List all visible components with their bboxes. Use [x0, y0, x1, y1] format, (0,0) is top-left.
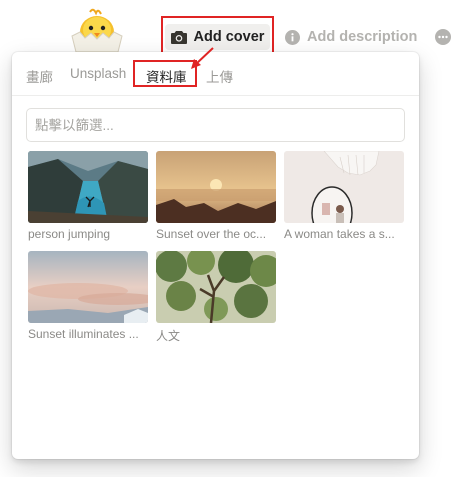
annotation-arrow — [191, 47, 214, 69]
cover-image-caption: 人文 — [156, 329, 181, 343]
cover-image-caption: A woman takes a s... — [284, 227, 395, 241]
cover-image-thumbnail[interactable] — [156, 151, 276, 223]
cover-image-caption: Sunset over the oc... — [156, 227, 267, 241]
camera-icon — [170, 30, 187, 44]
cover-image-thumbnail[interactable] — [28, 151, 148, 223]
filter-search-input[interactable] — [26, 108, 405, 142]
page-emoji-icon[interactable] — [68, 6, 126, 54]
cover-image-caption: Sunset illuminates ... — [28, 327, 139, 341]
tab-unsplash[interactable]: Unsplash — [70, 66, 126, 81]
more-icon[interactable] — [435, 29, 451, 45]
cover-picker-popup: 畫廊 Unsplash 資料庫 上傳 person jumping — [12, 52, 419, 459]
page: Add cover Add description 畫廊 Unsplash 資料… — [0, 0, 471, 477]
cover-image-caption: person jumping — [28, 227, 111, 241]
add-description-button[interactable]: Add description — [285, 29, 417, 45]
add-description-label: Add description — [307, 29, 418, 45]
add-cover-label: Add cover — [193, 29, 265, 45]
cover-image-thumbnail[interactable] — [284, 151, 404, 223]
cover-image-thumbnail[interactable] — [156, 251, 276, 323]
info-icon — [285, 29, 300, 45]
tab-gallery[interactable]: 畫廊 — [26, 66, 53, 86]
cover-image-thumbnail[interactable] — [28, 251, 148, 323]
